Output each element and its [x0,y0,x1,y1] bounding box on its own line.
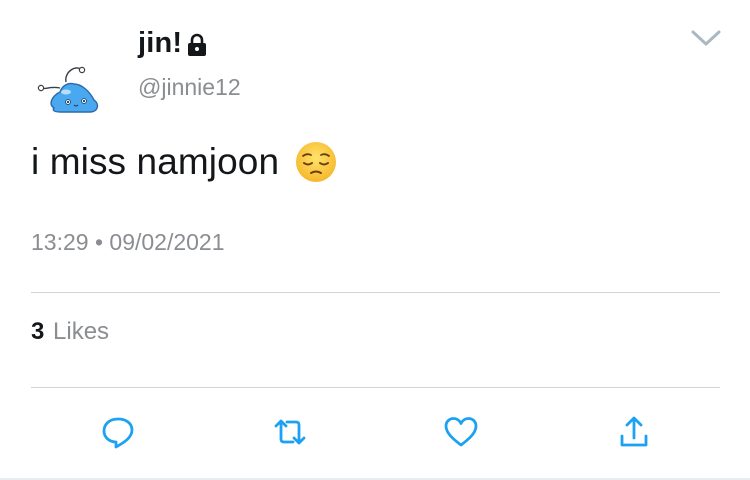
like-button[interactable] [441,412,481,452]
timestamp-separator: • [94,229,104,255]
pensive-face-emoji-icon [295,141,337,183]
retweet-icon [274,419,306,445]
retweet-button[interactable] [270,412,310,452]
tweet-timestamp[interactable]: 13:29 • 09/02/2021 [31,229,225,256]
tweet-text: i miss namjoon [31,141,337,183]
avatar[interactable] [36,60,112,120]
user-handle[interactable]: @jinnie12 [138,74,241,101]
blue-slime-avatar-icon [37,66,99,113]
likes-label: Likes [53,318,110,345]
reply-icon [102,417,134,449]
tweet-time: 13:29 [31,229,89,255]
tweet-date: 09/02/2021 [109,229,225,255]
chevron-down-icon[interactable] [688,26,724,50]
likes-stat[interactable]: 3 Likes [31,318,109,346]
tweet-text-content: i miss namjoon [31,141,280,182]
reply-button[interactable] [98,412,138,452]
likes-count: 3 [31,318,45,345]
divider [31,292,720,293]
share-button[interactable] [614,412,654,452]
lock-icon [186,32,208,58]
display-name[interactable]: jin! [138,27,208,60]
tweet-card: jin! @jinnie12 i miss namjoon 13:29 • 09… [0,0,750,480]
display-name-text: jin! [138,27,183,59]
heart-icon [444,417,478,447]
share-icon [620,416,648,447]
divider [31,387,720,388]
